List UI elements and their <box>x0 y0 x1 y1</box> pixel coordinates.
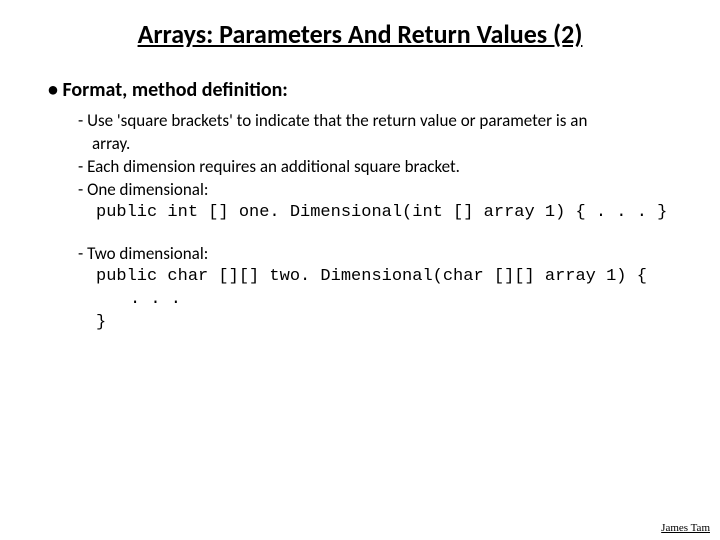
dash-item-1-cont: array. <box>92 133 680 156</box>
code-two-dimensional-line2: . . . <box>130 289 680 312</box>
footer-author: James Tam <box>661 522 710 534</box>
dash-item-1: Use 'square brackets' to indicate that t… <box>78 110 680 133</box>
dash-text-1: Use 'square brackets' to indicate that t… <box>87 110 587 131</box>
code-one-dimensional: public int [] one. Dimensional(int [] ar… <box>96 202 680 225</box>
dash-item-2: Each dimension requires an additional sq… <box>78 156 680 179</box>
code-two-dimensional-line1: public char [][] two. Dimensional(char [… <box>96 266 680 289</box>
slide-title: Arrays: Parameters And Return Values (2) <box>70 18 650 50</box>
code-two-dimensional-line3: } <box>96 312 680 335</box>
spacer <box>40 225 680 243</box>
main-bullet: Format, method definition: <box>48 78 680 102</box>
dash-item-3: One dimensional: <box>78 179 680 202</box>
slide-content: Arrays: Parameters And Return Values (2)… <box>0 0 720 334</box>
dash-item-4: Two dimensional: <box>78 243 680 266</box>
